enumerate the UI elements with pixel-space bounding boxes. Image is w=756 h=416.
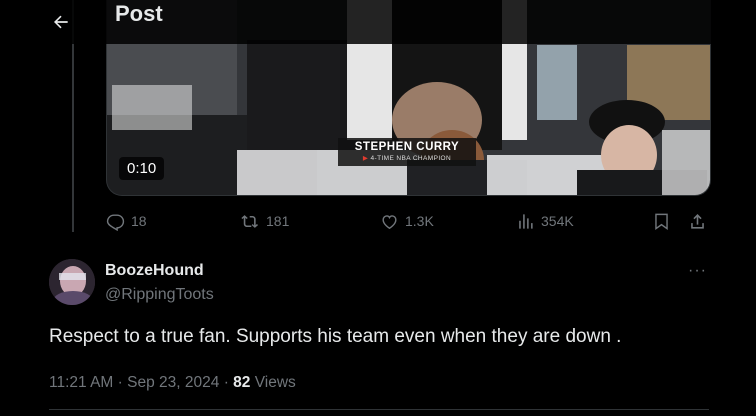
divider <box>49 409 709 410</box>
page-header: Post <box>0 0 728 44</box>
lower-third-subtitle-text: 4-TIME NBA CHAMPION <box>370 155 452 162</box>
views-count: 354K <box>541 213 574 229</box>
reply-metadata: 11:21 AM · Sep 23, 2024 · 82 Views <box>49 374 296 392</box>
video-duration-badge: 0:10 <box>119 157 165 180</box>
reply-date[interactable]: Sep 23, 2024 <box>127 374 219 391</box>
reply-view-count: 82 <box>233 374 251 391</box>
avatar[interactable] <box>49 259 95 305</box>
reply-button[interactable]: 18 <box>106 210 147 232</box>
views-icon <box>519 213 533 229</box>
lower-third-subtitle: ▶ 4-TIME NBA CHAMPION <box>362 155 452 162</box>
like-icon <box>382 214 397 229</box>
lower-third-name: STEPHEN CURRY <box>354 141 460 153</box>
bookmark-icon <box>655 213 668 230</box>
avatar-image <box>49 259 95 305</box>
reply-count: 18 <box>131 213 147 229</box>
back-button[interactable] <box>47 8 75 36</box>
repost-icon <box>241 214 259 228</box>
scrollbar-track[interactable] <box>728 0 756 416</box>
share-button[interactable] <box>688 210 707 232</box>
page-title: Post <box>115 1 163 26</box>
repost-button[interactable]: 181 <box>241 210 289 232</box>
reply-time[interactable]: 11:21 AM <box>49 374 113 391</box>
reply-views-label: Views <box>254 374 296 391</box>
reply-author-name[interactable]: BoozeHound <box>105 262 204 280</box>
share-icon <box>691 213 704 229</box>
like-button[interactable]: 1.3K <box>380 210 434 232</box>
arrow-left-icon <box>54 15 68 29</box>
reply-text: Respect to a true fan. Supports his team… <box>49 326 622 347</box>
broadcast-lower-third: STEPHEN CURRY ▶ 4-TIME NBA CHAMPION <box>338 138 476 166</box>
repost-count: 181 <box>266 213 290 229</box>
reply-icon <box>106 213 125 231</box>
reply-author-handle[interactable]: @RippingToots <box>105 286 214 304</box>
separator-dot: · <box>117 374 123 391</box>
like-count: 1.3K <box>405 213 434 229</box>
bookmark-button[interactable] <box>652 210 671 232</box>
separator-dot: · <box>223 374 229 391</box>
more-options-button[interactable]: ··· <box>688 262 707 280</box>
views-button[interactable]: 354K <box>516 210 574 232</box>
